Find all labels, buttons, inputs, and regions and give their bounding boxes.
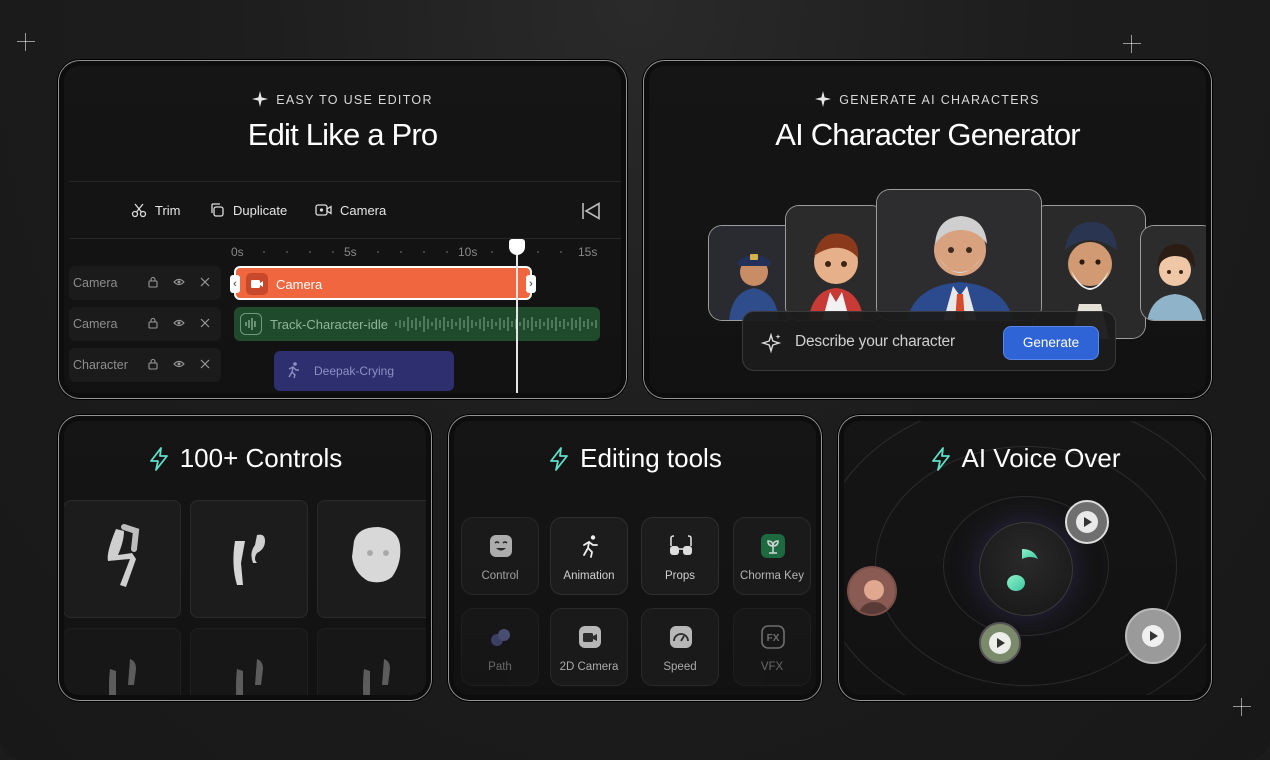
- music-note-orb[interactable]: [979, 522, 1073, 616]
- voice-avatar[interactable]: [979, 622, 1021, 664]
- camera-button[interactable]: Camera: [315, 202, 386, 218]
- tool-2d-camera[interactable]: 2D Camera: [550, 608, 628, 686]
- duplicate-icon: [211, 203, 224, 217]
- character-portrait-businessman[interactable]: [876, 189, 1042, 321]
- editor-card: EASY TO USE EDITOR Edit Like a Pro Trim …: [58, 60, 627, 399]
- track-header[interactable]: Character: [69, 348, 221, 382]
- ruler-tick-label: 15s: [578, 245, 598, 259]
- play-icon[interactable]: [1076, 511, 1098, 533]
- track-header[interactable]: Camera: [69, 307, 221, 341]
- waveform-icon: [240, 313, 262, 335]
- timeline-ruler: 0s 5s 10s 15s: [229, 243, 606, 265]
- trim-button[interactable]: Trim: [131, 202, 181, 218]
- track-header[interactable]: Camera: [69, 266, 221, 300]
- plant-icon: [761, 534, 785, 558]
- feature-showcase: EASY TO USE EDITOR Edit Like a Pro Trim …: [0, 0, 1270, 760]
- tool-control[interactable]: Control: [461, 517, 539, 595]
- controls-card: 100+ Controls: [58, 415, 432, 701]
- eye-icon[interactable]: [173, 276, 185, 288]
- control-face-tile[interactable]: [317, 500, 431, 618]
- sparkle-decoration: [17, 33, 35, 51]
- control-pose-tile[interactable]: [317, 628, 431, 700]
- music-note-icon: [1007, 547, 1038, 591]
- tool-animation[interactable]: Animation: [550, 517, 628, 595]
- lock-icon[interactable]: [147, 358, 159, 370]
- face-model-icon: [352, 527, 401, 583]
- play-icon[interactable]: [989, 632, 1011, 654]
- tool-chroma-key[interactable]: Chorma Key: [733, 517, 811, 595]
- tool-props[interactable]: Props: [641, 517, 719, 595]
- sparkle-icon: [252, 91, 269, 107]
- svg-text:FX: FX: [767, 633, 780, 644]
- play-icon[interactable]: [1142, 625, 1164, 647]
- control-pose-tile[interactable]: [190, 628, 308, 700]
- tool-speed[interactable]: Speed: [641, 608, 719, 686]
- video-camera-icon: [579, 626, 601, 648]
- character-kicker: GENERATE AI CHARACTERS: [644, 91, 1211, 107]
- sparkle-decoration: [1233, 698, 1251, 716]
- camera-clip[interactable]: ‹ Camera ›: [230, 266, 536, 300]
- speedometer-icon: [670, 626, 692, 648]
- eye-icon[interactable]: [173, 317, 185, 329]
- tool-path[interactable]: Path: [461, 608, 539, 686]
- voice-avatar[interactable]: [1065, 500, 1109, 544]
- vfx-icon: FX: [761, 625, 785, 649]
- magic-sparkle-icon: [761, 332, 782, 354]
- character-title: AI Character Generator: [775, 117, 1080, 152]
- character-card: GENERATE AI CHARACTERS AI Character Gene…: [643, 60, 1212, 399]
- voice-over-title: AI Voice Over: [839, 443, 1211, 474]
- voice-avatar[interactable]: [1125, 608, 1181, 664]
- ruler-tick-label: 10s: [458, 245, 478, 259]
- editor-toolbar: Trim Duplicate Camera: [69, 181, 626, 239]
- audio-waveform: [395, 316, 597, 332]
- scissors-icon: [131, 203, 147, 218]
- trim-handle-left[interactable]: ‹: [230, 275, 240, 293]
- controls-title: 100+ Controls: [59, 443, 431, 474]
- control-pose-tile[interactable]: [190, 500, 308, 618]
- path-circles-icon: [491, 629, 510, 646]
- camera-clip-icon: [246, 273, 268, 295]
- lock-icon[interactable]: [147, 317, 159, 329]
- duplicate-button[interactable]: Duplicate: [209, 202, 287, 218]
- ruler-tick-label: 0s: [231, 245, 244, 259]
- glasses-icon: [670, 535, 692, 555]
- voice-over-card: AI Voice Over: [838, 415, 1212, 701]
- running-figure-icon: [583, 535, 598, 558]
- pose-figure-icon: [233, 534, 265, 585]
- skip-to-start-icon[interactable]: [581, 202, 601, 220]
- tool-vfx[interactable]: FX VFX: [733, 608, 811, 686]
- character-prompt-input[interactable]: Describe your character: [795, 333, 955, 351]
- character-portrait-woman[interactable]: [1140, 225, 1211, 321]
- pose-figure-icon: [107, 524, 140, 587]
- playhead-handle[interactable]: [509, 239, 525, 255]
- lightning-icon: [931, 447, 950, 471]
- control-pose-tile[interactable]: [63, 500, 181, 618]
- lock-icon[interactable]: [147, 276, 159, 288]
- eye-icon[interactable]: [173, 358, 185, 370]
- lightning-icon: [149, 447, 168, 471]
- close-icon[interactable]: [199, 358, 211, 370]
- editing-tools-title: Editing tools: [449, 443, 821, 474]
- video-camera-icon: [315, 204, 332, 216]
- character-clip[interactable]: Deepak-Crying: [274, 351, 454, 391]
- character-portrait-boy[interactable]: [785, 205, 885, 321]
- sparkle-decoration: [1123, 35, 1141, 53]
- sparkle-icon: [815, 91, 832, 107]
- editing-tools-card: Editing tools Control Animation Props Ch…: [448, 415, 822, 701]
- voice-avatar[interactable]: [847, 566, 897, 616]
- ruler-tick-label: 5s: [344, 245, 357, 259]
- character-prompt-bar: Describe your character Generate: [742, 311, 1116, 371]
- playhead[interactable]: [516, 239, 518, 398]
- close-icon[interactable]: [199, 276, 211, 288]
- generate-button[interactable]: Generate: [1003, 326, 1099, 360]
- lightning-icon: [550, 447, 569, 471]
- running-figure-icon: [288, 362, 299, 379]
- editor-title: Edit Like a Pro: [247, 117, 438, 152]
- editor-kicker: EASY TO USE EDITOR: [59, 91, 626, 107]
- smiley-face-icon: [490, 535, 512, 557]
- control-pose-tile[interactable]: [63, 628, 181, 700]
- audio-clip[interactable]: Track-Character-idle: [234, 307, 600, 341]
- close-icon[interactable]: [199, 317, 211, 329]
- trim-handle-right[interactable]: ›: [526, 275, 536, 293]
